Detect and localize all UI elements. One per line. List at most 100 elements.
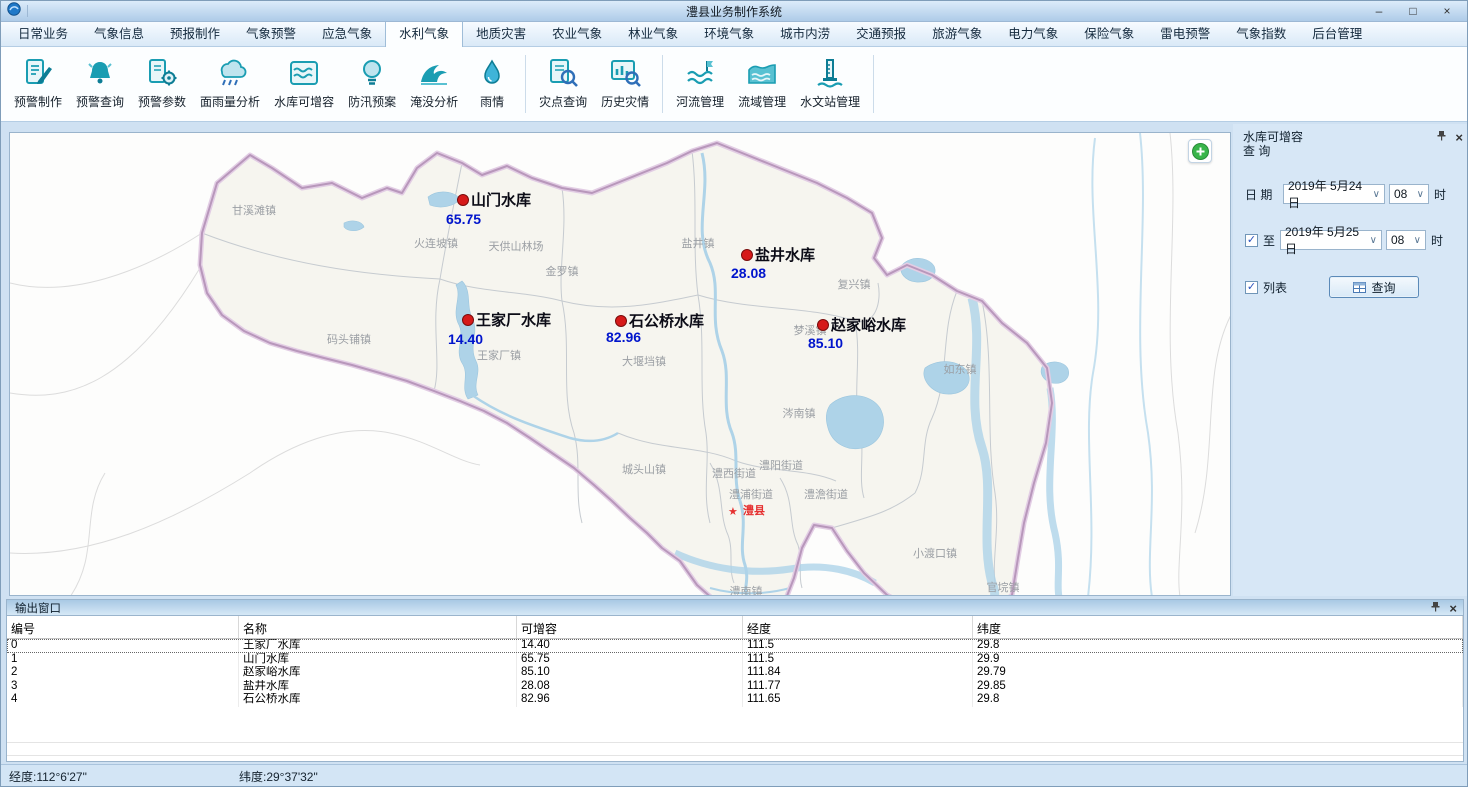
menu-item-emergency[interactable]: 应急气象 (309, 19, 385, 46)
menu-item-insurance[interactable]: 保险气象 (1071, 19, 1147, 46)
close-button[interactable]: × (1433, 3, 1461, 19)
menu-item-daily[interactable]: 日常业务 (5, 19, 81, 46)
toolbar-separator (525, 55, 526, 113)
menu-item-power[interactable]: 电力气象 (995, 19, 1071, 46)
list-checkbox[interactable]: ✓ (1245, 281, 1258, 294)
toolbar-separator (662, 55, 663, 113)
query-button[interactable]: 查询 (1329, 276, 1419, 298)
app-window: 澧县业务制作系统 – □ × 日常业务 气象信息 预报制作 气象预警 应急气象 … (0, 0, 1468, 787)
menu-item-lightning[interactable]: 雷电预警 (1147, 19, 1223, 46)
start-date-select[interactable]: 2019年 5月24日∨ (1283, 184, 1385, 204)
town-label: 澧南镇 (730, 584, 763, 596)
chevron-down-icon: ∨ (1417, 189, 1424, 200)
panel-title-line2: 查 询 (1243, 144, 1461, 158)
chevron-down-icon: ∨ (1373, 189, 1380, 200)
toolbar-button-flood-plan[interactable]: 防汛预案 (341, 50, 403, 118)
zoom-in-button[interactable] (1188, 139, 1212, 163)
menu-item-index[interactable]: 气象指数 (1223, 19, 1299, 46)
town-label: 火连坡镇 (414, 236, 458, 250)
inundation-analysis-icon (417, 58, 451, 88)
flood-plan-icon (355, 58, 389, 88)
menu-item-urban-flood[interactable]: 城市内涝 (767, 19, 843, 46)
end-date-select[interactable]: 2019年 5月25日∨ (1280, 230, 1382, 250)
maximize-button[interactable]: □ (1399, 3, 1427, 19)
table-row[interactable]: 3盐井水库28.08111.7729.85 (7, 680, 1463, 694)
toolbar-button-warning-create[interactable]: 预警制作 (7, 50, 69, 118)
town-label: 涔南镇 (783, 406, 816, 420)
toolbar-label: 雨情 (480, 93, 504, 110)
toolbar-button-warning-params[interactable]: 预警参数 (131, 50, 193, 118)
toolbar-button-warning-query[interactable]: 预警查询 (69, 50, 131, 118)
toolbar-label: 淹没分析 (410, 93, 458, 110)
map-panel[interactable]: 甘溪滩镇 火连坡镇 天供山林场 金罗镇 盐井镇 复兴镇 码头铺镇 王家厂镇 梦溪… (9, 132, 1231, 596)
menu-item-forecast[interactable]: 预报制作 (157, 19, 233, 46)
toolbar-label: 水文站管理 (800, 93, 860, 110)
minimize-button[interactable]: – (1365, 3, 1393, 19)
toolbar-label: 预警参数 (138, 93, 186, 110)
output-table-header-row: 编号 名称 可增容 经度 纬度 (7, 616, 1463, 639)
panel-close-icon[interactable]: × (1449, 603, 1457, 614)
toolbar-button-basin-management[interactable]: 流域管理 (731, 50, 793, 118)
to-checkbox[interactable]: ✓ (1245, 234, 1258, 247)
table-row[interactable]: 0王家厂水库14.40111.529.8 (7, 639, 1463, 653)
output-panel-title: 输出窗口 (15, 600, 61, 616)
column-header[interactable]: 编号 (7, 616, 239, 638)
pin-icon[interactable] (1430, 601, 1441, 615)
menu-item-forestry[interactable]: 林业气象 (615, 19, 691, 46)
status-latitude: 纬度:29°37'32" (239, 768, 318, 785)
toolbar-button-history-disaster[interactable]: 历史灾情 (594, 50, 656, 118)
county-map[interactable]: 甘溪滩镇 火连坡镇 天供山林场 金罗镇 盐井镇 复兴镇 码头铺镇 王家厂镇 梦溪… (10, 133, 1231, 596)
column-header[interactable]: 可增容 (517, 616, 743, 638)
menu-item-hydrology[interactable]: 水利气象 (385, 18, 463, 47)
reservoir-name: 石公桥水库 (628, 312, 704, 330)
menu-item-agriculture[interactable]: 农业气象 (539, 19, 615, 46)
window-title: 澧县业务制作系统 (1, 3, 1467, 20)
titlebar: 澧县业务制作系统 – □ × (1, 1, 1467, 22)
table-row[interactable]: 1山门水库65.75111.529.9 (7, 653, 1463, 667)
empty-row-divider (7, 755, 1463, 756)
status-bar: 经度:112°6'27" 纬度:29°37'32" (1, 764, 1468, 787)
column-header[interactable]: 纬度 (973, 616, 1463, 638)
history-disaster-icon (608, 58, 642, 88)
toolbar-button-disaster-query[interactable]: 灾点查询 (532, 50, 594, 118)
toolbar-button-rainfall-analysis[interactable]: 面雨量分析 (193, 50, 267, 118)
reservoir-value: 82.96 (606, 329, 641, 345)
table-row[interactable]: 2赵家峪水库85.10111.8429.79 (7, 666, 1463, 680)
reservoir-capacity-icon (287, 58, 321, 88)
town-label: 王家厂镇 (477, 348, 521, 362)
town-label: 澧澹街道 (804, 487, 848, 501)
start-hour-select[interactable]: 08∨ (1389, 184, 1429, 204)
toolbar-label: 流域管理 (738, 93, 786, 110)
town-label: 大堰垱镇 (622, 354, 666, 368)
toolbar-label: 灾点查询 (539, 93, 587, 110)
toolbar-label: 历史灾情 (601, 93, 649, 110)
menu-item-weather-info[interactable]: 气象信息 (81, 19, 157, 46)
panel-close-icon[interactable]: × (1455, 132, 1463, 143)
toolbar-button-reservoir-capacity[interactable]: 水库可增容 (267, 50, 341, 118)
menu-item-warning[interactable]: 气象预警 (233, 19, 309, 46)
town-label: 澧西街道 (712, 466, 756, 480)
column-header[interactable]: 名称 (239, 616, 517, 638)
town-label: 澧浦街道 (729, 487, 773, 501)
town-label: 天供山林场 (489, 239, 544, 253)
reservoir-value: 28.08 (731, 265, 766, 281)
toolbar-button-hydrostation-management[interactable]: 水文站管理 (793, 50, 867, 118)
menu-item-geology[interactable]: 地质灾害 (463, 19, 539, 46)
toolbar-label: 预警制作 (14, 93, 62, 110)
toolbar-button-inundation-analysis[interactable]: 淹没分析 (403, 50, 465, 118)
toolbar-label: 面雨量分析 (200, 93, 260, 110)
rainfall-analysis-icon (213, 58, 247, 88)
town-label: 复兴镇 (838, 277, 871, 291)
end-hour-select[interactable]: 08∨ (1386, 230, 1426, 250)
toolbar-button-rain-info[interactable]: 雨情 (465, 50, 519, 118)
column-header[interactable]: 经度 (743, 616, 973, 638)
menu-item-tourism[interactable]: 旅游气象 (919, 19, 995, 46)
reservoir-value: 14.40 (448, 331, 483, 347)
menu-item-admin[interactable]: 后台管理 (1299, 19, 1375, 46)
county-seat-marker[interactable]: ★ 澧县 (728, 503, 765, 518)
toolbar-button-river-management[interactable]: 河流管理 (669, 50, 731, 118)
table-row[interactable]: 4石公桥水库82.96111.6529.8 (7, 693, 1463, 707)
pin-icon[interactable] (1436, 130, 1447, 144)
menu-item-traffic[interactable]: 交通预报 (843, 19, 919, 46)
menu-item-environment[interactable]: 环境气象 (691, 19, 767, 46)
